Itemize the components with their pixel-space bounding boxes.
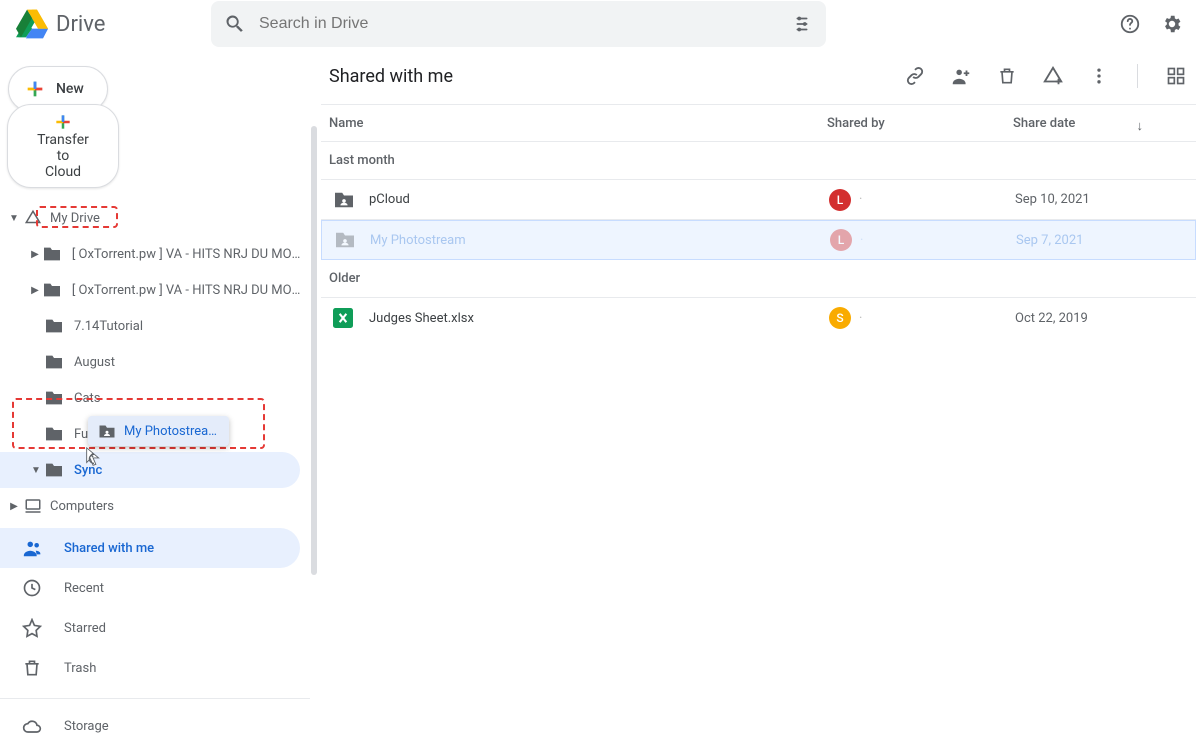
cloud-icon <box>22 717 44 737</box>
folder-item[interactable]: ▶[ OxTorrent.pw ] VA - HITS NRJ DU MOMEN… <box>0 236 310 272</box>
folder-icon <box>42 282 62 298</box>
folder-icon <box>44 354 64 370</box>
nav-trash[interactable]: Trash <box>0 648 310 688</box>
search-options-icon[interactable] <box>790 12 814 36</box>
trash-icon <box>22 658 44 678</box>
avatar: L <box>829 189 851 211</box>
xlsx-icon <box>333 308 355 328</box>
caret-down-icon: ▼ <box>6 213 22 224</box>
drag-chip: My Photostrea… <box>88 416 229 446</box>
nav-storage[interactable]: Storage <box>0 698 310 746</box>
folder-icon <box>44 462 64 478</box>
avatar: S <box>829 307 851 329</box>
caret-right-icon: ▶ <box>28 285 42 296</box>
link-icon[interactable] <box>903 64 927 88</box>
section-header: Older <box>321 260 1196 298</box>
plus-icon <box>24 78 46 100</box>
avatar: L <box>830 229 852 251</box>
shared-folder-icon <box>98 424 116 439</box>
settings-icon[interactable] <box>1160 12 1184 36</box>
arrow-down-icon: ↓ <box>1137 118 1144 134</box>
people-icon <box>22 537 44 559</box>
folder-item-sync[interactable]: ▼Sync <box>0 452 300 488</box>
transfer-cloud-button[interactable]: Transfer to Cloud <box>7 104 119 188</box>
my-drive-icon <box>24 209 42 227</box>
nav-computers[interactable]: ▶Computers <box>0 488 310 524</box>
clock-icon <box>22 578 44 598</box>
nav-recent[interactable]: Recent <box>0 568 310 608</box>
search-icon <box>223 12 247 36</box>
trash-icon[interactable] <box>995 64 1019 88</box>
column-share-date[interactable]: Share date↓ <box>1013 116 1113 131</box>
folder-item[interactable]: Cats <box>0 380 310 416</box>
nav-starred[interactable]: Starred <box>0 608 310 648</box>
folder-icon <box>44 318 64 334</box>
nav-shared-with-me[interactable]: Shared with me <box>0 528 300 568</box>
star-icon <box>22 618 44 638</box>
caret-right-icon: ▶ <box>6 501 22 512</box>
caret-right-icon: ▶ <box>28 249 42 260</box>
help-icon[interactable] <box>1118 12 1142 36</box>
page-title: Shared with me <box>329 66 453 87</box>
section-header: Last month <box>321 142 1196 180</box>
drag-cursor-icon <box>83 446 105 468</box>
folder-item[interactable]: ▶[ OxTorrent.pw ] VA - HITS NRJ DU MOMEN… <box>0 272 310 308</box>
folder-icon <box>42 246 62 262</box>
computers-icon <box>24 497 42 515</box>
caret-down-icon: ▼ <box>28 465 44 476</box>
plus-icon <box>53 112 73 132</box>
file-row-dragging[interactable]: My Photostream L· Sep 7, 2021 <box>321 220 1196 260</box>
person-add-icon[interactable] <box>949 64 973 88</box>
folder-icon <box>44 426 64 442</box>
more-icon[interactable] <box>1087 64 1111 88</box>
file-row[interactable]: pCloud L· Sep 10, 2021 <box>321 180 1196 220</box>
column-name[interactable]: Name <box>329 116 827 131</box>
search-input[interactable] <box>259 15 790 33</box>
folder-item[interactable]: August <box>0 344 310 380</box>
shared-folder-icon <box>334 231 356 249</box>
add-to-drive-icon[interactable] <box>1041 64 1065 88</box>
search-bar[interactable] <box>211 1 826 47</box>
folder-item[interactable]: 7.14Tutorial <box>0 308 310 344</box>
folder-icon <box>44 390 64 406</box>
grid-view-icon[interactable] <box>1164 64 1188 88</box>
nav-my-drive[interactable]: ▼ My Drive <box>0 200 310 236</box>
shared-folder-icon <box>333 191 355 209</box>
app-title: Drive <box>56 12 105 37</box>
file-row[interactable]: Judges Sheet.xlsx S· Oct 22, 2019 <box>321 298 1196 338</box>
drive-logo-icon <box>16 8 48 40</box>
column-shared-by[interactable]: Shared by <box>827 116 1013 131</box>
